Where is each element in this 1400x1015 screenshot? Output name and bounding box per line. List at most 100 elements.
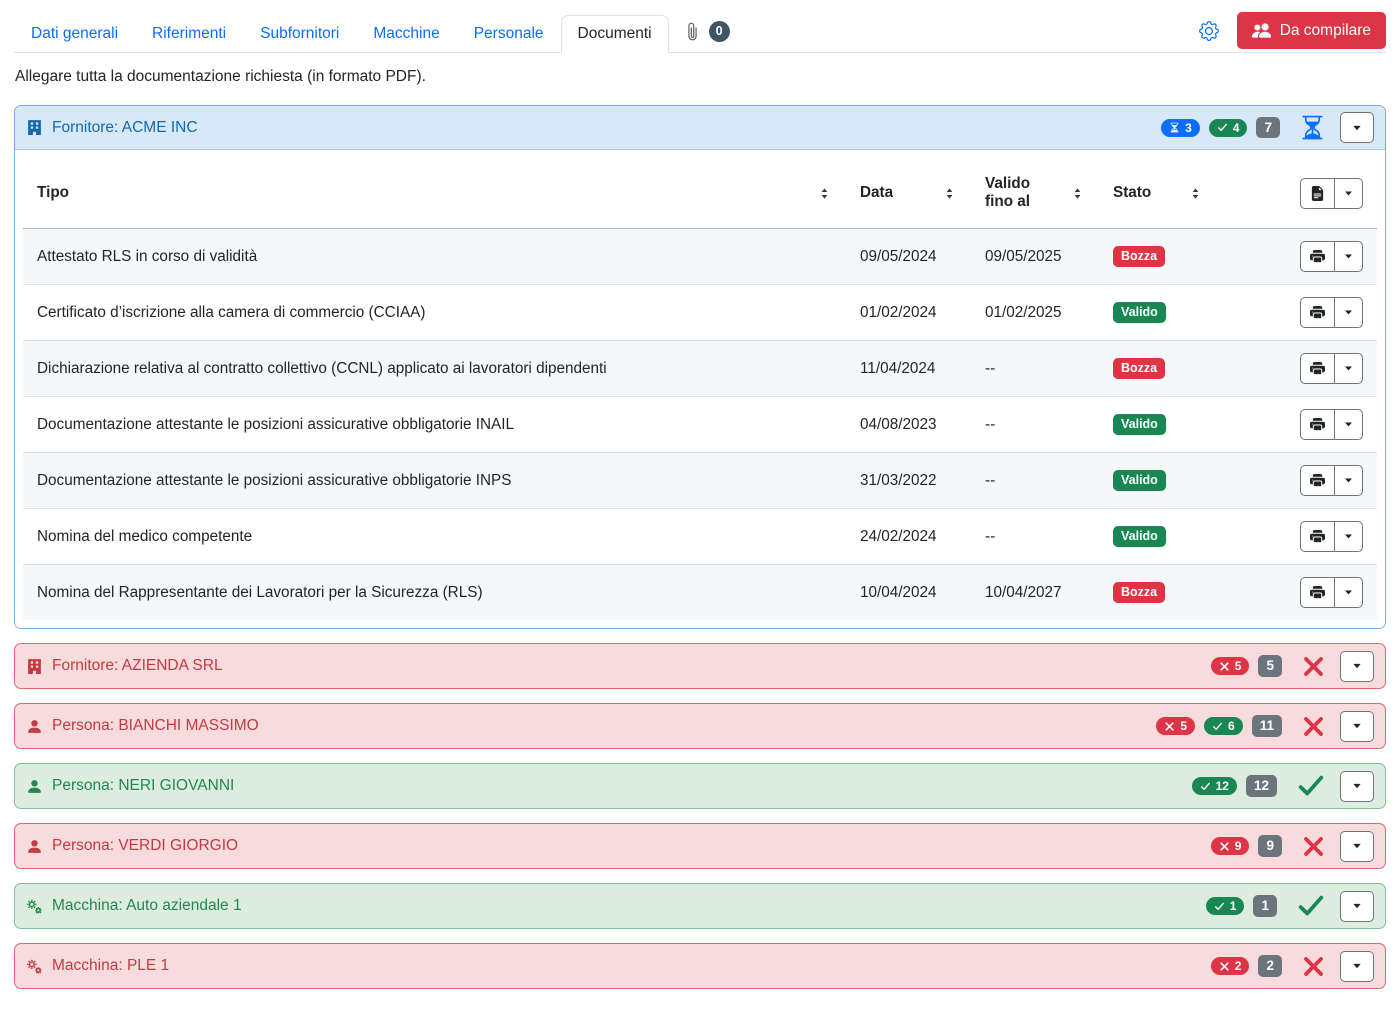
document-row: Certificato d’iscrizione alla camera di … [23,285,1377,341]
panel-dropdown-button[interactable] [1340,771,1374,802]
valid-count-badge: 4 [1209,119,1248,137]
panel-dropdown-button[interactable] [1340,711,1374,742]
print-document-button[interactable] [1300,241,1335,272]
settings-gear-icon[interactable] [1199,21,1219,41]
cell-tipo: Documentazione attestante le posizioni a… [23,397,846,453]
check-icon [1200,781,1211,792]
sort-icon[interactable] [817,186,832,201]
cell-stato: Bozza [1099,341,1217,397]
printer-icon [1310,361,1325,376]
total-count-badge: 1 [1253,895,1277,917]
tab-documenti[interactable]: Documenti [561,15,669,53]
tab-macchine[interactable]: Macchine [356,15,456,53]
person-icon [26,838,43,855]
status-badge: Valido [1113,414,1166,435]
column-label: Valido fino al [985,175,1062,211]
x-icon [1164,721,1175,732]
x-icon [1301,954,1326,979]
badge-count: 1 [1230,900,1237,912]
panel-dropdown-button[interactable] [1340,831,1374,862]
cell-stato: Valido [1099,397,1217,453]
intro-text: Allegare tutta la documentazione richies… [15,68,1385,86]
panel-dropdown-button[interactable] [1340,951,1374,982]
document-row: Attestato RLS in corso di validità09/05/… [23,229,1377,285]
cell-data: 11/04/2024 [846,341,971,397]
row-dropdown-button[interactable] [1334,353,1363,384]
tabs: Dati generaliRiferimentiSubfornitoriMacc… [14,15,669,52]
cell-actions [1217,285,1377,341]
table-header-row: TipoDataValido fino alStato [23,158,1377,229]
sort-icon[interactable] [1188,186,1203,201]
print-document-button[interactable] [1300,465,1335,496]
panel-title: Fornitore: AZIENDA SRL [52,657,223,675]
tab-riferimenti[interactable]: Riferimenti [135,15,243,53]
panel-dropdown-button[interactable] [1340,651,1374,682]
panel-header-persona-verdi-giorgio[interactable]: Persona: VERDI GIORGIO99 [15,824,1385,868]
tab-personale[interactable]: Personale [457,15,561,53]
valid-count-badge: 1 [1206,897,1245,915]
x-icon [1219,841,1230,852]
panel-header-fornitore-azienda-srl[interactable]: Fornitore: AZIENDA SRL55 [15,644,1385,688]
panel-title: Persona: NERI GIOVANNI [52,777,234,795]
invalid-count-badge: 9 [1211,837,1250,855]
panel-title: Macchina: Auto aziendale 1 [52,897,242,915]
print-document-button[interactable] [1300,297,1335,328]
da-compilare-button[interactable]: Da compilare [1237,12,1386,49]
row-dropdown-button[interactable] [1334,297,1363,328]
panel-header-persona-neri-giovanni[interactable]: Persona: NERI GIOVANNI1212 [15,764,1385,808]
print-document-button[interactable] [1300,353,1335,384]
paperclip-icon [683,22,702,41]
row-action-group [1300,577,1363,608]
cell-data: 09/05/2024 [846,229,971,285]
row-dropdown-button[interactable] [1334,521,1363,552]
table-dropdown-button[interactable] [1334,178,1363,209]
documents-table: TipoDataValido fino alStatoAttestato RLS… [23,158,1377,620]
person-icon [26,778,43,795]
document-row: Dichiarazione relativa al contratto coll… [23,341,1377,397]
row-dropdown-button[interactable] [1334,241,1363,272]
hourglass-icon [1169,122,1180,133]
printer-icon [1310,529,1325,544]
panel-header-macchina-ple-1[interactable]: Macchina: PLE 122 [15,944,1385,988]
table-action-group [1300,178,1363,209]
row-dropdown-button[interactable] [1334,577,1363,608]
status-badge: Bozza [1113,246,1165,267]
panel-fornitore-acme-inc: Fornitore: ACME INC347TipoDataValido fin… [14,105,1386,629]
panel-header-persona-bianchi-massimo[interactable]: Persona: BIANCHI MASSIMO5611 [15,704,1385,748]
panel-header-fornitore-acme-inc[interactable]: Fornitore: ACME INC347 [15,106,1385,150]
column-label: Stato [1113,184,1151,202]
panel-dropdown-button[interactable] [1340,112,1374,143]
caret-down-icon [1342,586,1355,599]
building-icon [26,119,43,136]
panel-fornitore-azienda-srl: Fornitore: AZIENDA SRL55 [14,643,1386,689]
invalid-count-badge: 2 [1211,957,1250,975]
print-document-button[interactable] [1300,409,1335,440]
panels-list: Fornitore: ACME INC347TipoDataValido fin… [14,105,1386,989]
export-documents-button[interactable] [1300,178,1335,209]
print-document-button[interactable] [1300,521,1335,552]
cell-tipo: Dichiarazione relativa al contratto coll… [23,341,846,397]
attachment-count-badge: 0 [709,21,730,42]
tab-dati-generali[interactable]: Dati generali [14,15,135,53]
valid-count-badge: 6 [1204,717,1243,735]
panel-macchina-ple-1: Macchina: PLE 122 [14,943,1386,989]
row-dropdown-button[interactable] [1334,465,1363,496]
column-header-tipo: Tipo [23,158,846,229]
printer-icon [1310,473,1325,488]
cell-actions [1217,509,1377,565]
row-dropdown-button[interactable] [1334,409,1363,440]
invalid-count-badge: 5 [1156,717,1195,735]
users-icon [1252,21,1271,40]
cell-actions [1217,565,1377,621]
check-icon [1296,771,1326,801]
sort-icon[interactable] [942,186,957,201]
cell-valido-fino-al: 10/04/2027 [971,565,1099,621]
panel-header-macchina-auto-aziendale-1[interactable]: Macchina: Auto aziendale 1 1 1 [15,884,1385,928]
attachments-indicator[interactable]: 0 [683,21,730,44]
column-header-valido-fino-al: Valido fino al [971,158,1099,229]
print-document-button[interactable] [1300,577,1335,608]
sort-icon[interactable] [1070,186,1085,201]
badge-count: 5 [1235,660,1242,672]
tab-subfornitori[interactable]: Subfornitori [243,15,356,53]
panel-dropdown-button[interactable] [1340,891,1374,922]
